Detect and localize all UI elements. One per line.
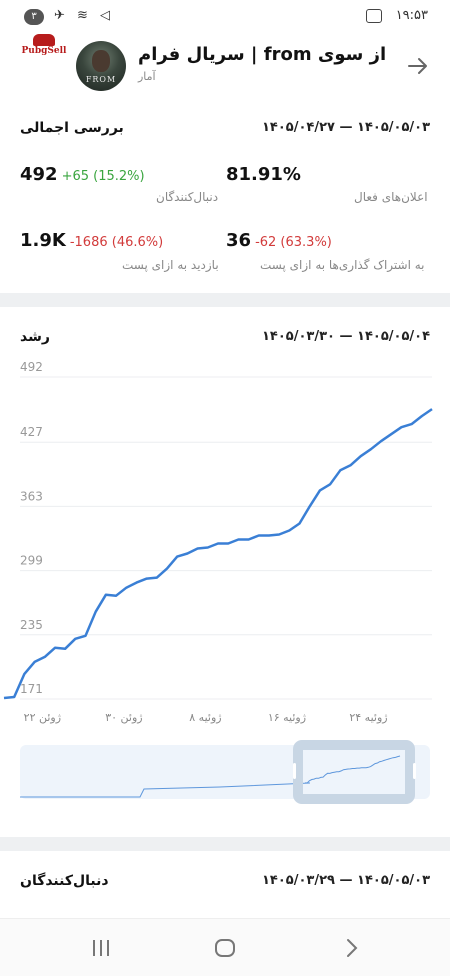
notifications-value: 81.91% — [226, 164, 301, 185]
avatar-label: FROM — [76, 75, 126, 84]
y-tick-label: 235 — [20, 618, 43, 632]
y-tick-label: 171 — [20, 682, 43, 696]
y-tick-label: 363 — [20, 489, 43, 503]
views-label: بازدید به ازای پست — [122, 258, 219, 272]
x-tick-label: ژوئن ۲۲ — [24, 711, 61, 724]
screen-capture-icon — [366, 9, 382, 23]
navigator-left-handle[interactable] — [293, 763, 296, 779]
page-subtitle: آمار — [138, 70, 156, 83]
followers-section: دنبال‌کنندگان ۱۴۰۵/۰۳/۲۹ — ۱۴۰۵/۰۵/۰۳ — [0, 851, 450, 918]
avatar-figure — [92, 50, 110, 72]
views-change: -1686 (46.6%) — [70, 235, 163, 250]
followers-stat: 492 +65 (15.2%) — [20, 164, 145, 185]
overview-title: بررسی اجمالی — [20, 120, 124, 136]
shares-stat: 36 -62 (63.3%) — [226, 230, 332, 251]
followers-change: +65 (15.2%) — [62, 169, 145, 184]
x-tick-label: ژوئیه ۸ — [189, 711, 221, 724]
notifications-label: اعلان‌های فعال — [354, 190, 428, 204]
growth-line — [4, 409, 432, 698]
navigator-right-handle[interactable] — [413, 763, 416, 779]
views-stat: 1.9K -1686 (46.6%) — [20, 230, 163, 251]
x-tick-label: ژوئن ۳۰ — [105, 711, 142, 724]
x-tick-label: ژوئیه ۲۴ — [349, 711, 387, 724]
notifications-stat: 81.91% — [226, 164, 301, 185]
y-tick-label: 299 — [20, 554, 43, 568]
growth-chart[interactable]: 171 235 299 363 427 492 ژوئن ۲۲ ژوئن ۳۰ ژوئیه ۸ ژ… — [0, 307, 450, 817]
shares-change: -62 (63.3%) — [255, 235, 332, 250]
shares-label: به اشتراک گذاری‌ها به ازای پست — [260, 258, 425, 272]
section-divider — [0, 293, 450, 307]
navigation-bar — [0, 918, 450, 976]
channel-avatar[interactable]: FROM — [76, 41, 126, 91]
header: FROM سریال فرام | from از سوی آمار — [0, 34, 450, 100]
overview-date-range: ۱۴۰۵/۰۴/۲۷ — ۱۴۰۵/۰۵/۰۳ — [262, 120, 430, 135]
status-icons: ✈ ≋ ◁ — [54, 8, 114, 23]
back-icon[interactable] — [336, 933, 366, 963]
notification-count-badge: ۳ — [24, 9, 44, 25]
section-divider — [0, 837, 450, 851]
views-value: 1.9K — [20, 230, 66, 251]
back-arrow-icon[interactable] — [406, 54, 430, 78]
followers-label: دنبال‌کنندگان — [156, 190, 218, 204]
channel-title: سریال فرام | from از سوی — [138, 44, 386, 65]
y-tick-label: 492 — [20, 360, 43, 374]
recent-apps-icon[interactable] — [86, 933, 116, 963]
home-icon[interactable] — [210, 933, 240, 963]
status-time: ۱۹:۵۳ — [396, 8, 428, 23]
overview-section: بررسی اجمالی ۱۴۰۵/۰۴/۲۷ — ۱۴۰۵/۰۵/۰۳ 492… — [0, 110, 450, 290]
followers-value: 492 — [20, 164, 58, 185]
status-bar: ۳ ✈ ≋ ◁ ۱۹:۵۳ — [0, 0, 450, 34]
range-navigator — [20, 745, 430, 799]
followers-section-title: دنبال‌کنندگان — [20, 873, 109, 889]
followers-section-date-range: ۱۴۰۵/۰۳/۲۹ — ۱۴۰۵/۰۵/۰۳ — [262, 873, 430, 888]
y-tick-label: 427 — [20, 425, 43, 439]
shares-value: 36 — [226, 230, 251, 251]
x-tick-label: ژوئیه ۱۶ — [268, 711, 306, 724]
growth-section: رشد ۱۴۰۵/۰۳/۳۰ — ۱۴۰۵/۰۵/۰۴ 171235299363… — [0, 307, 450, 837]
